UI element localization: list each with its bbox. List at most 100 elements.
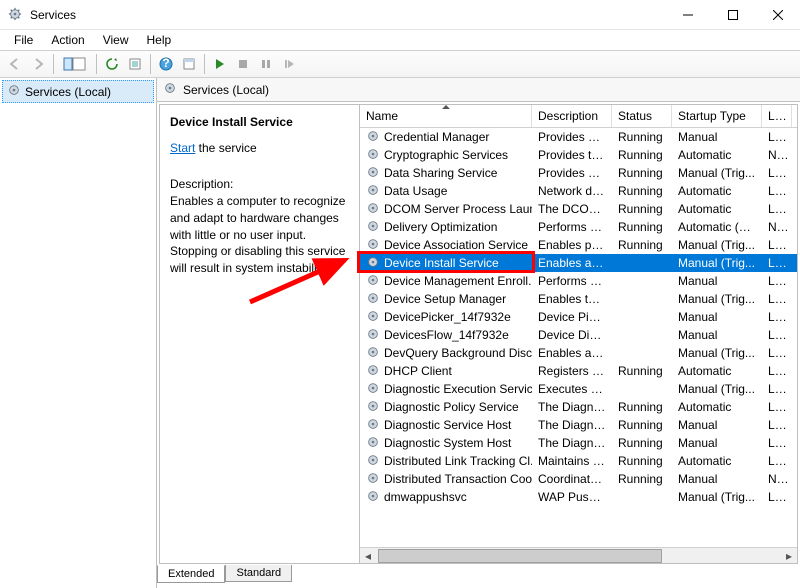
services-app-icon [8,7,24,23]
cell-logon: Loc [762,273,792,289]
right-pane-title: Services (Local) [183,83,269,97]
menu-action[interactable]: Action [43,31,92,49]
cell-logon: Loc [762,345,792,361]
gear-icon [366,237,380,254]
service-row[interactable]: Device Install ServiceEnables a c...Manu… [360,254,797,272]
cell-name: Device Install Service [360,254,532,273]
service-row[interactable]: DHCP ClientRegisters an...RunningAutomat… [360,362,797,380]
col-header-description[interactable]: Description [532,105,612,127]
col-header-name[interactable]: Name [360,105,532,127]
cell-description: Device Disc... [532,327,612,343]
minimize-button[interactable] [665,0,710,30]
cell-description: Executes dia... [532,381,612,397]
cell-description: Performs D... [532,273,612,289]
service-row[interactable]: DevicePicker_14f7932eDevice PickerManual… [360,308,797,326]
cell-status [612,388,672,390]
scrollbar-thumb[interactable] [378,549,662,563]
cell-description: Provides da... [532,165,612,181]
service-row[interactable]: Delivery OptimizationPerforms co...Runni… [360,218,797,236]
cell-logon: Net [762,471,792,487]
cell-startup-type: Manual [672,435,762,451]
service-row[interactable]: Distributed Link Tracking Cl...Maintains… [360,452,797,470]
cell-name: DevQuery Background Disc... [360,344,532,363]
nav-back-button[interactable] [4,53,26,75]
cell-logon: Loc [762,237,792,253]
service-row[interactable]: dmwappushsvcWAP Push ...Manual (Trig...L… [360,488,797,506]
tab-standard[interactable]: Standard [225,565,292,582]
service-row[interactable]: DevQuery Background Disc...Enables app..… [360,344,797,362]
cell-name: DevicePicker_14f7932e [360,308,532,327]
cell-name: Distributed Link Tracking Cl... [360,452,532,471]
properties-button[interactable] [178,53,200,75]
gear-icon [366,345,380,362]
service-row[interactable]: Diagnostic Execution ServiceExecutes dia… [360,380,797,398]
tree-node-services-local[interactable]: Services (Local) [2,80,154,103]
service-row[interactable]: Data Sharing ServiceProvides da...Runnin… [360,164,797,182]
cell-startup-type: Manual [672,273,762,289]
restart-service-button[interactable] [278,53,300,75]
cell-logon: Loc [762,309,792,325]
cell-status [612,280,672,282]
cell-logon: Loc [762,399,792,415]
refresh-button[interactable] [101,53,123,75]
list-body[interactable]: Credential ManagerProvides se...RunningM… [360,128,797,547]
gear-icon [366,273,380,290]
cell-startup-type: Manual (Trig... [672,381,762,397]
window-title: Services [30,8,665,22]
col-header-status[interactable]: Status [612,105,672,127]
cell-logon: Loc [762,201,792,217]
service-row[interactable]: Credential ManagerProvides se...RunningM… [360,128,797,146]
service-row[interactable]: Distributed Transaction Coo...Coordinate… [360,470,797,488]
cell-status [612,496,672,498]
cell-status [612,352,672,354]
col-header-logon[interactable]: Log [762,105,792,127]
cell-status: Running [612,147,672,163]
service-row[interactable]: Diagnostic System HostThe Diagno...Runni… [360,434,797,452]
start-service-button[interactable] [209,53,231,75]
nav-forward-button[interactable] [27,53,49,75]
cell-logon: Loc [762,327,792,343]
close-button[interactable] [755,0,800,30]
console-tree-pane[interactable]: Services (Local) [0,78,157,588]
help-button[interactable]: ? [155,53,177,75]
menu-file[interactable]: File [6,31,41,49]
service-row[interactable]: Diagnostic Service HostThe Diagno...Runn… [360,416,797,434]
service-row[interactable]: Diagnostic Policy ServiceThe Diagno...Ru… [360,398,797,416]
service-row[interactable]: Device Setup ManagerEnables the ...Manua… [360,290,797,308]
gear-icon [366,219,380,236]
tab-extended[interactable]: Extended [157,565,225,583]
cell-startup-type: Manual (Trig... [672,291,762,307]
service-row[interactable]: Data UsageNetwork da...RunningAutomaticL… [360,182,797,200]
menu-help[interactable]: Help [139,31,180,49]
service-row[interactable]: Cryptographic ServicesProvides thr...Run… [360,146,797,164]
service-row[interactable]: DCOM Server Process Laun...The DCOM...Ru… [360,200,797,218]
service-row[interactable]: DevicesFlow_14f7932eDevice Disc...Manual… [360,326,797,344]
gear-icon [366,363,380,380]
svg-text:?: ? [162,57,169,70]
cell-name: Diagnostic System Host [360,434,532,453]
cell-startup-type: Manual (Trig... [672,255,762,271]
toolbar: ? [0,50,800,78]
horizontal-scrollbar[interactable]: ◂ ▸ [360,547,797,563]
description-label: Description: [170,177,349,191]
service-list: Name Description Status Startup Type Log… [360,105,797,563]
scroll-right-icon[interactable]: ▸ [781,549,797,563]
cell-status [612,334,672,336]
pause-service-button[interactable] [255,53,277,75]
toolbar-separator [96,54,97,74]
cell-description: Device Picker [532,309,612,325]
cell-startup-type: Manual (Trig... [672,237,762,253]
export-list-button[interactable] [124,53,146,75]
service-row[interactable]: Device Association ServiceEnables pair..… [360,236,797,254]
cell-description: Provides se... [532,129,612,145]
stop-service-button[interactable] [232,53,254,75]
tree-node-label: Services (Local) [25,85,111,99]
menu-view[interactable]: View [95,31,137,49]
col-header-startup-type[interactable]: Startup Type [672,105,762,127]
maximize-button[interactable] [710,0,755,30]
cell-status: Running [612,165,672,181]
show-hide-tree-button[interactable] [58,53,92,75]
scroll-left-icon[interactable]: ◂ [360,549,376,563]
start-service-link[interactable]: Start [170,141,195,155]
service-row[interactable]: Device Management Enroll...Performs D...… [360,272,797,290]
